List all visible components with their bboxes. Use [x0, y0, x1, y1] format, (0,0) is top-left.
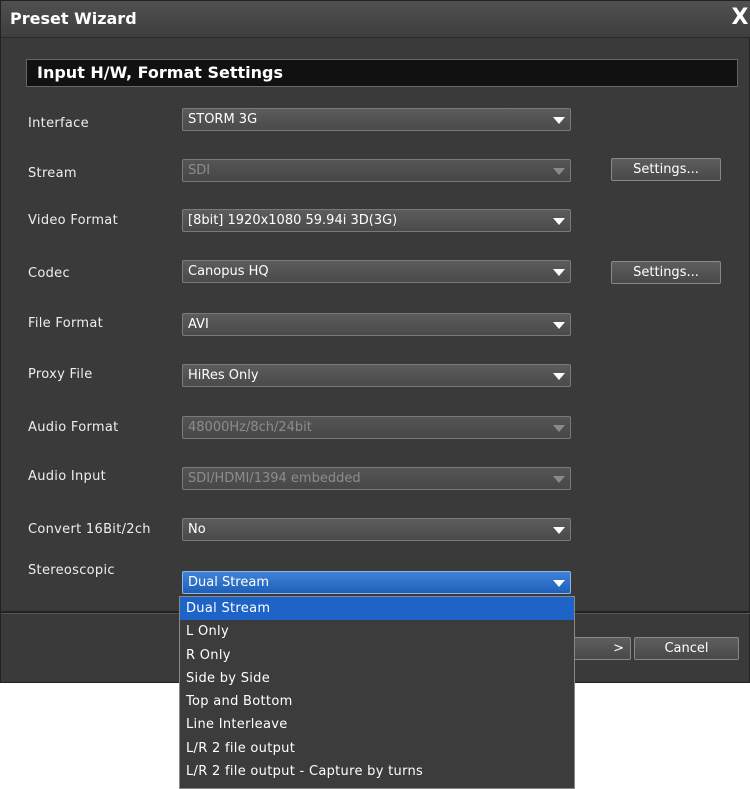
interface-label: Interface [28, 116, 89, 131]
interface-select[interactable]: STORM 3G [182, 108, 571, 131]
audio-format-value: 48000Hz/8ch/24bit [188, 420, 312, 435]
stream-value: SDI [188, 163, 211, 178]
title-bar[interactable]: Preset Wizard X [1, 1, 750, 38]
audio-format-label: Audio Format [28, 420, 119, 435]
close-icon[interactable]: X [729, 6, 750, 30]
file-format-value: AVI [188, 317, 209, 332]
audio-format-select: 48000Hz/8ch/24bit [182, 416, 571, 439]
file-format-select[interactable]: AVI [182, 313, 571, 336]
dropdown-option[interactable]: R Only [180, 644, 574, 667]
dropdown-option[interactable]: Line Interleave [180, 713, 574, 736]
chevron-down-icon [553, 373, 565, 380]
chevron-down-icon [553, 580, 565, 587]
interface-value: STORM 3G [188, 112, 258, 127]
audio-input-label: Audio Input [28, 469, 107, 484]
section-header: Input H/W, Format Settings [26, 59, 738, 87]
codec-value: Canopus HQ [188, 264, 269, 279]
file-format-label: File Format [28, 316, 103, 331]
video-format-label: Video Format [28, 213, 118, 228]
video-format-select[interactable]: [8bit] 1920x1080 59.94i 3D(3G) [182, 209, 571, 232]
dropdown-option[interactable]: Side by Side [180, 667, 574, 690]
audio-input-value: SDI/HDMI/1394 embedded [188, 471, 361, 486]
dropdown-option[interactable]: Top and Bottom [180, 690, 574, 713]
stream-label: Stream [28, 166, 77, 181]
chevron-down-icon [553, 168, 565, 175]
cancel-button[interactable]: Cancel [634, 637, 739, 660]
stream-select: SDI [182, 159, 571, 182]
video-format-value: [8bit] 1920x1080 59.94i 3D(3G) [188, 213, 398, 228]
codec-settings-button[interactable]: Settings... [611, 261, 721, 284]
dialog-title: Preset Wizard [10, 9, 137, 28]
dropdown-option[interactable]: L/R 2 file output [180, 737, 574, 760]
chevron-down-icon [553, 476, 565, 483]
dropdown-option[interactable]: L/R 2 file output - Capture by turns [180, 760, 574, 783]
preset-wizard-dialog: Preset Wizard X Input H/W, Format Settin… [0, 0, 750, 683]
proxy-file-select[interactable]: HiRes Only [182, 364, 571, 387]
convert-16bit-value: No [188, 522, 206, 537]
stereoscopic-label: Stereoscopic [28, 563, 115, 578]
convert-16bit-label: Convert 16Bit/2ch [28, 522, 151, 537]
chevron-down-icon [553, 269, 565, 276]
proxy-file-label: Proxy File [28, 367, 93, 382]
codec-select[interactable]: Canopus HQ [182, 260, 571, 283]
chevron-down-icon [553, 425, 565, 432]
stereoscopic-dropdown-list: Dual Stream L Only R Only Side by Side T… [179, 596, 575, 789]
chevron-down-icon [553, 218, 565, 225]
dropdown-option[interactable]: Dual Stream [180, 597, 574, 621]
chevron-down-icon [553, 322, 565, 329]
dropdown-option[interactable]: L Only [180, 620, 574, 643]
chevron-down-icon [553, 117, 565, 124]
audio-input-select: SDI/HDMI/1394 embedded [182, 467, 571, 490]
codec-label: Codec [28, 266, 70, 281]
stereoscopic-value: Dual Stream [188, 575, 269, 590]
convert-16bit-select[interactable]: No [182, 518, 571, 541]
stereoscopic-select[interactable]: Dual Stream [182, 571, 571, 594]
chevron-down-icon [553, 527, 565, 534]
proxy-file-value: HiRes Only [188, 368, 259, 383]
stream-settings-button[interactable]: Settings... [611, 158, 721, 181]
